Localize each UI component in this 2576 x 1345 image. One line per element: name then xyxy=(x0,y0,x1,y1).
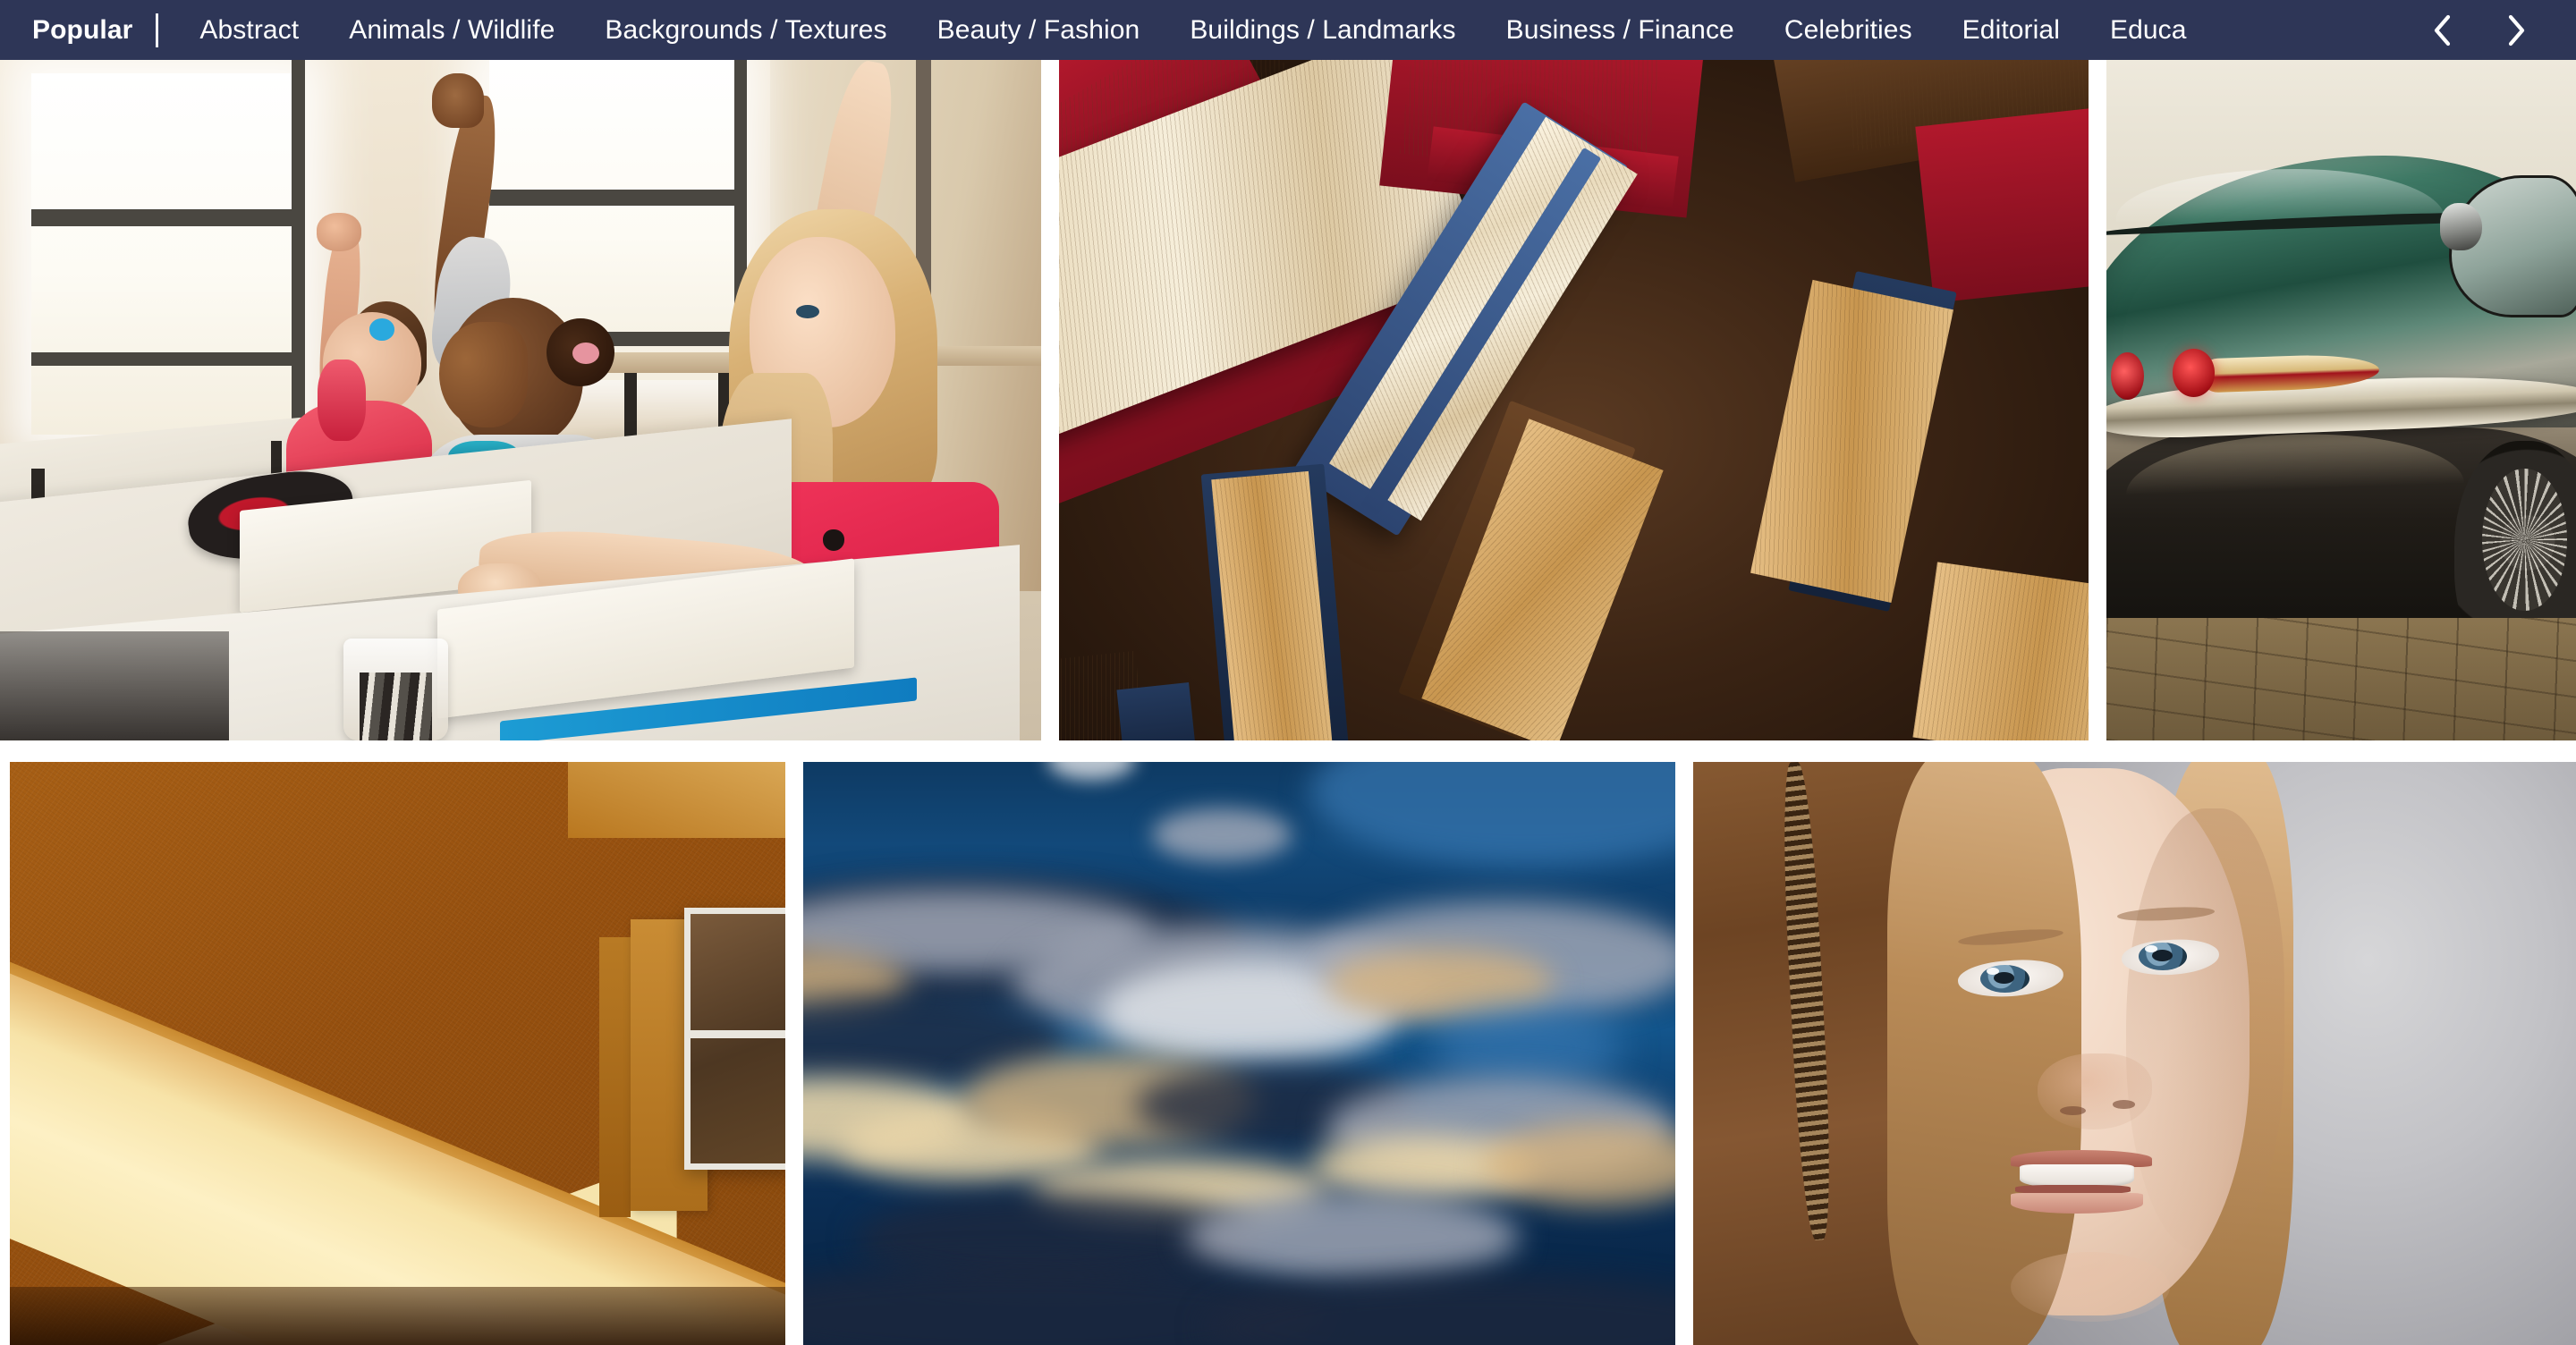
photo-grid xyxy=(0,60,2576,1345)
girl-photo-canvas xyxy=(1693,762,2576,1345)
wall-photo-canvas xyxy=(10,762,785,1345)
books-photo-canvas xyxy=(1059,60,2089,740)
classroom-photo-canvas xyxy=(0,60,1041,740)
nav-item-buildings-landmarks[interactable]: Buildings / Landmarks xyxy=(1165,16,1480,44)
nav-item-editorial[interactable]: Editorial xyxy=(1937,16,2085,44)
nav-item-popular[interactable]: Popular xyxy=(23,16,154,44)
chevron-right-icon[interactable] xyxy=(2479,13,2553,48)
photo-stack-of-open-books[interactable] xyxy=(1059,60,2089,740)
nav-item-backgrounds-textures[interactable]: Backgrounds / Textures xyxy=(580,16,911,44)
stock-photo-category-browser: Popular Abstract Animals / Wildlife Back… xyxy=(0,0,2576,1345)
clouds-photo-canvas xyxy=(803,762,1675,1345)
photo-young-girl-portrait[interactable] xyxy=(1693,762,2576,1345)
nav-item-education[interactable]: Educa xyxy=(2085,16,2212,44)
nav-item-celebrities[interactable]: Celebrities xyxy=(1759,16,1937,44)
nav-item-abstract[interactable]: Abstract xyxy=(174,16,324,44)
nav-arrow-group xyxy=(2406,13,2576,48)
photo-orange-wall-sunlight-window[interactable] xyxy=(10,762,785,1345)
category-nav-bar: Popular Abstract Animals / Wildlife Back… xyxy=(0,0,2576,60)
nav-item-beauty-fashion[interactable]: Beauty / Fashion xyxy=(912,16,1165,44)
car-photo-canvas xyxy=(2106,60,2576,740)
photo-vintage-green-sports-car[interactable] xyxy=(2106,60,2576,740)
chevron-left-icon[interactable] xyxy=(2406,13,2479,48)
photo-dramatic-cloudscape-sunset[interactable] xyxy=(803,762,1675,1345)
photo-classroom-children-raising-hands[interactable] xyxy=(0,60,1041,740)
nav-divider xyxy=(156,13,159,47)
nav-item-animals-wildlife[interactable]: Animals / Wildlife xyxy=(324,16,580,44)
nav-item-business-finance[interactable]: Business / Finance xyxy=(1481,16,1759,44)
